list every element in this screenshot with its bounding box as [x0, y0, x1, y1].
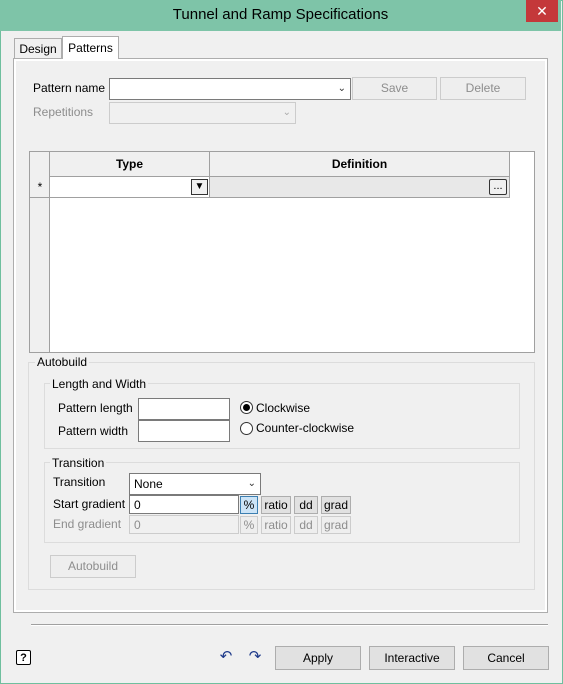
- pattern-length-label: Pattern length: [58, 401, 133, 415]
- counter-clockwise-radio[interactable]: [240, 422, 253, 435]
- transition-group-title: Transition: [50, 456, 107, 470]
- transition-value: None: [134, 477, 163, 491]
- grid-definition-cell[interactable]: ...: [210, 177, 510, 198]
- pattern-width-label: Pattern width: [58, 424, 129, 438]
- apply-button[interactable]: Apply: [275, 646, 361, 670]
- tab-design[interactable]: Design: [14, 38, 62, 59]
- end-unit-ratio[interactable]: ratio: [261, 516, 291, 534]
- grid-new-row-marker: *: [30, 177, 50, 198]
- type-dropdown-button[interactable]: ▼: [191, 179, 208, 195]
- autobuild-button[interactable]: Autobuild: [50, 555, 136, 578]
- end-gradient-value: 0: [134, 518, 141, 532]
- chevron-down-icon: ⌄: [282, 107, 291, 118]
- window-title: Tunnel and Ramp Specifications: [172, 6, 389, 23]
- help-icon[interactable]: ?: [16, 650, 31, 665]
- length-width-group-title: Length and Width: [50, 377, 149, 391]
- grid-header-type[interactable]: Type: [50, 152, 210, 177]
- grid-type-cell[interactable]: ▼: [50, 177, 210, 198]
- definition-browse-button[interactable]: ...: [489, 179, 507, 195]
- chevron-down-icon: ⌄: [337, 83, 346, 94]
- pattern-length-input[interactable]: [138, 398, 230, 420]
- undo-icon[interactable]: ↶: [218, 649, 234, 665]
- tab-patterns[interactable]: Patterns: [62, 36, 119, 59]
- length-width-group: [44, 383, 520, 449]
- start-unit-grad[interactable]: grad: [321, 496, 351, 514]
- pattern-name-combo[interactable]: ⌄: [109, 78, 351, 100]
- repetitions-label: Repetitions: [33, 105, 94, 119]
- autobuild-group-title: Autobuild: [35, 355, 90, 369]
- grid-header-definition[interactable]: Definition: [210, 152, 510, 177]
- transition-combo[interactable]: None ⌄: [129, 473, 261, 495]
- clockwise-radio[interactable]: [240, 401, 253, 414]
- transition-label: Transition: [53, 475, 106, 489]
- delete-button[interactable]: Delete: [440, 77, 526, 100]
- repetitions-combo[interactable]: ⌄: [109, 102, 296, 124]
- pattern-width-input[interactable]: [138, 420, 230, 442]
- chevron-down-icon: ⌄: [247, 478, 256, 489]
- clockwise-label[interactable]: Clockwise: [256, 401, 310, 415]
- redo-icon[interactable]: ↷: [247, 649, 263, 665]
- start-gradient-label: Start gradient: [53, 497, 126, 511]
- counter-clockwise-label[interactable]: Counter-clockwise: [256, 421, 354, 435]
- footer-separator: [31, 624, 548, 626]
- start-gradient-value: 0: [134, 498, 141, 512]
- end-gradient-label: End gradient: [53, 517, 122, 531]
- end-gradient-input[interactable]: 0: [129, 515, 239, 534]
- close-button[interactable]: ✕: [526, 0, 558, 22]
- start-unit-percent[interactable]: %: [240, 496, 258, 514]
- save-button[interactable]: Save: [352, 77, 437, 100]
- interactive-button[interactable]: Interactive: [369, 646, 455, 670]
- cancel-button[interactable]: Cancel: [463, 646, 549, 670]
- end-unit-percent[interactable]: %: [240, 516, 258, 534]
- end-unit-dd[interactable]: dd: [294, 516, 318, 534]
- radio-selected-dot: [243, 404, 250, 411]
- start-gradient-input[interactable]: 0: [129, 495, 239, 514]
- end-unit-grad[interactable]: grad: [321, 516, 351, 534]
- pattern-name-label: Pattern name: [33, 81, 106, 95]
- start-unit-ratio[interactable]: ratio: [261, 496, 291, 514]
- start-unit-dd[interactable]: dd: [294, 496, 318, 514]
